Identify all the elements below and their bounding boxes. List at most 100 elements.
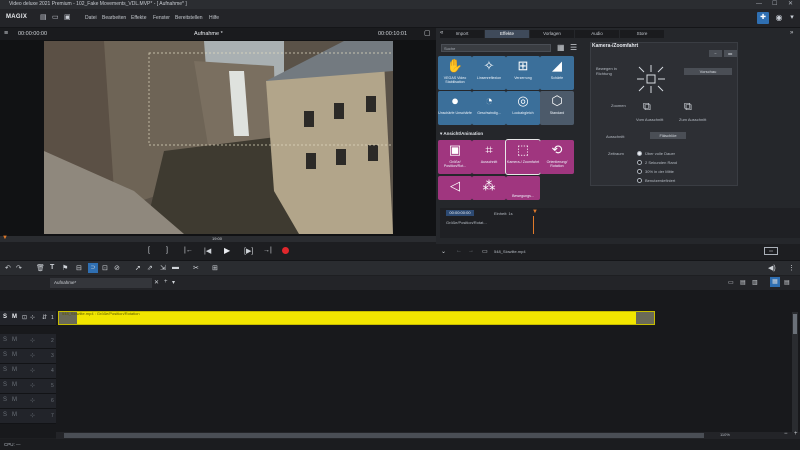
fullscreen-icon[interactable]: ▢	[424, 29, 431, 37]
forward-icon[interactable]: →	[468, 248, 474, 254]
collapse-left-icon[interactable]: «	[440, 30, 443, 36]
track-fx-icon[interactable]: ⊹	[30, 382, 35, 389]
track-fx-icon[interactable]: ⊹	[30, 337, 35, 344]
effect-distortion[interactable]: ⊞ Verzerrung	[506, 56, 540, 90]
prev-marker-icon[interactable]: |←	[184, 247, 193, 254]
effect-camera-zoom[interactable]: ⬚ Kamera-/ Zoomfahrt	[505, 139, 541, 175]
maximize-icon[interactable]: ☐	[772, 0, 777, 9]
zoom-out-label[interactable]: Vom Ausschnitt	[636, 117, 663, 122]
effect-sharpness[interactable]: ◢ Schärfe	[540, 56, 574, 90]
pointer-icon[interactable]: ➚	[135, 264, 141, 272]
radio-full-duration[interactable]	[637, 151, 642, 156]
cut-icon[interactable]: ✂	[193, 264, 199, 272]
timeline-view-icon[interactable]: ▦	[770, 277, 780, 287]
menu-effekte[interactable]: Effekte	[131, 15, 146, 21]
lock-icon[interactable]: ⊡	[22, 314, 27, 321]
record-icon[interactable]: ◉	[773, 12, 785, 24]
track-fx-icon[interactable]: ⊹	[30, 412, 35, 419]
list-view-icon[interactable]: ☰	[570, 43, 577, 52]
solo-toggle[interactable]: S	[3, 367, 7, 373]
option-two-seconds[interactable]: 2 Sekunden Rand	[645, 160, 677, 165]
text-icon[interactable]: T	[50, 264, 54, 271]
folder-nav-icon[interactable]: ▭	[482, 248, 488, 255]
zoom-out-icon[interactable]: ⧉	[643, 101, 651, 114]
open-icon[interactable]: ▤	[40, 13, 47, 21]
mute-toggle[interactable]: M	[12, 314, 17, 320]
search-input[interactable]: Suche	[441, 44, 551, 52]
effect-blur[interactable]: ● Unschärfe Unschärfe	[438, 91, 472, 125]
mute-toggle[interactable]: M	[12, 382, 17, 388]
play-icon[interactable]: ▶	[224, 246, 230, 255]
mark-out-icon[interactable]: ]	[166, 247, 168, 254]
solo-toggle[interactable]: S	[3, 382, 7, 388]
keyframe-playhead-icon[interactable]: ▼	[532, 209, 538, 215]
playhead-marker[interactable]: ▼	[2, 235, 8, 241]
tab-store[interactable]: Store	[620, 30, 664, 38]
solo-toggle[interactable]: S	[3, 397, 7, 403]
zoom-in-icon[interactable]: ⧉	[684, 101, 692, 114]
tab-effekte[interactable]: Effekte	[485, 30, 529, 38]
track-fx-icon[interactable]: ⊹	[30, 352, 35, 359]
hscroll-thumb[interactable]	[64, 433, 704, 438]
track-fx-icon[interactable]: ⊹	[30, 367, 35, 374]
undo-icon[interactable]: ↶	[5, 264, 11, 272]
video-clip[interactable]: 548_Slowlite.mp4 : Größe/Position/Rotati…	[58, 311, 655, 325]
panel-minus-button[interactable]: −	[709, 50, 722, 57]
solo-toggle[interactable]: S	[3, 412, 7, 418]
marker-icon[interactable]: ⚑	[62, 264, 68, 272]
zoom-out-button-icon[interactable]: −	[784, 431, 788, 437]
expand-icon[interactable]: ⌄	[441, 248, 446, 255]
workspace-icon[interactable]: ✚	[757, 12, 769, 24]
video-frame[interactable]	[44, 41, 393, 234]
mute-toggle[interactable]: M	[12, 397, 17, 403]
tab-add-icon[interactable]: +	[164, 279, 168, 285]
zoom-in-label[interactable]: Zum Ausschnitt	[679, 117, 706, 122]
effect-3d[interactable]: ◁	[438, 176, 472, 200]
mark-in-icon[interactable]: [	[148, 247, 150, 254]
grid-view-icon[interactable]: ▦	[557, 43, 565, 52]
solo-toggle[interactable]: S	[3, 337, 7, 343]
solo-toggle[interactable]: S	[3, 352, 7, 358]
menu-bereitstellen[interactable]: Bereitstellen	[175, 15, 203, 21]
zoom-in-button-icon[interactable]: +	[794, 431, 798, 437]
track-fx-icon[interactable]: ⊹	[30, 397, 35, 404]
menu-bearbeiten[interactable]: Bearbeiten	[102, 15, 126, 21]
pointer-multi-icon[interactable]: ⇗	[147, 264, 153, 272]
view-icon-2[interactable]: ▤	[740, 279, 746, 286]
next-marker-icon[interactable]: →|	[263, 247, 272, 254]
track-fx-icon[interactable]: ⊹	[30, 314, 35, 321]
back-icon[interactable]: ←	[456, 248, 462, 254]
effect-size-position[interactable]: ▣ Größe/ Position/Rot...	[438, 140, 472, 174]
record-button-icon[interactable]	[282, 247, 289, 254]
link-icon[interactable]: ⊃	[88, 263, 98, 273]
tab-audio[interactable]: Audio	[575, 30, 619, 38]
range-icon[interactable]: ⇲	[160, 264, 166, 272]
timeline-hscroll[interactable]: 110% − +	[56, 431, 800, 439]
radio-middle[interactable]	[637, 169, 642, 174]
split-icon[interactable]: ⊟	[76, 264, 82, 272]
redo-icon[interactable]: ↷	[16, 264, 22, 272]
collapse-right-icon[interactable]: »	[790, 30, 793, 36]
tab-more-icon[interactable]: ▾	[172, 279, 175, 286]
tab-aufnahme[interactable]: Aufnahme*	[50, 278, 152, 288]
view-icon-4[interactable]: ▤	[784, 279, 790, 286]
effect-lookmatch[interactable]: ◎ Lookabgleich	[506, 91, 540, 125]
size-select[interactable]: ▭	[764, 247, 778, 255]
mute-toggle[interactable]: M	[12, 337, 17, 343]
volume-icon[interactable]: ◀)	[768, 264, 776, 272]
view-icon-3[interactable]: ▥	[752, 279, 758, 286]
crop-button[interactable]: Fläschlöe	[650, 132, 686, 139]
effect-motion[interactable]: ⁂	[472, 176, 506, 200]
effect-movement-label[interactable]: Bewegungs...	[506, 176, 540, 200]
storyboard-icon[interactable]: ⊞	[212, 264, 218, 272]
scrollbar-thumb[interactable]	[793, 314, 797, 334]
folder-icon[interactable]: ▭	[52, 13, 59, 21]
radio-custom[interactable]	[637, 178, 642, 183]
minimize-icon[interactable]: —	[756, 0, 762, 9]
effect-lens-flare[interactable]: ✧ Linsenreflexion	[472, 56, 506, 90]
menu-datei[interactable]: Datei	[85, 15, 97, 21]
option-full-duration[interactable]: Über volle Dauer	[645, 151, 675, 156]
mute-toggle[interactable]: M	[12, 412, 17, 418]
tab-vorlagen[interactable]: Vorlagen	[530, 30, 574, 38]
option-middle[interactable]: 30% in der Mitte	[645, 169, 674, 174]
